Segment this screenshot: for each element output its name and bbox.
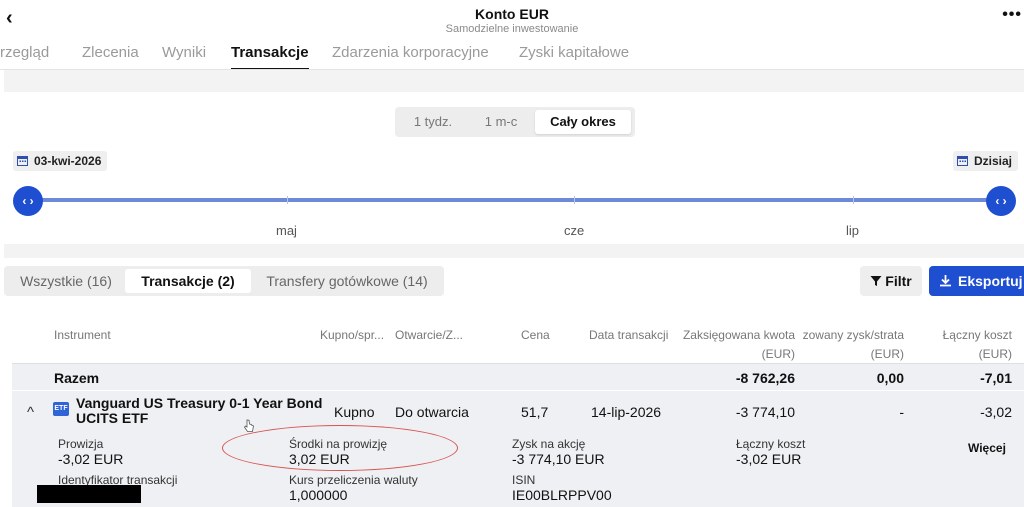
end-date-chip[interactable]: Dzisiaj [953,151,1019,171]
total-booked-amount: -8 762,26 [735,370,795,386]
filter-button[interactable]: Filtr [860,266,922,296]
month-tick [287,196,288,204]
start-date-label: 03-kwi-2026 [34,154,102,168]
period-1-week[interactable]: 1 tydz. [399,110,467,134]
commission-label: Prowizja [58,437,104,451]
col-booked-amount: Zaksięgowana kwota [682,328,795,342]
page-title: Konto EUR [475,6,549,22]
col-side: Kupno/spr... [320,328,385,342]
fx-rate-label: Kurs przeliczenia waluty [289,473,418,487]
redacted-transaction-id [37,485,141,503]
etf-icon: ETF [53,402,69,416]
app-header: ‹ Konto EUR Samodzielne inwestowanie ••• [0,0,1024,38]
col-instrument: Instrument [54,328,111,342]
row-total-cost: -3,02 [980,404,1012,420]
profit-per-share-value: -3 774,10 EUR [512,451,605,467]
col-trade-date: Data transakcji [589,328,669,342]
section-divider [4,244,1024,258]
isin-value: IE00BLRPPV00 [512,487,612,503]
profit-per-share-label: Zysk na akcję [512,437,586,451]
tab-zdarzenia-korporacyjne[interactable]: Zdarzenia korporacyjne [332,44,489,69]
detail-total-cost-label: Łączny koszt [736,437,806,451]
hand-cursor-icon [243,419,254,432]
col-booked-unit: (EUR) [761,347,795,361]
period-all-time[interactable]: Cały okres [535,110,631,134]
tab-przeglad[interactable]: rzegląd [0,44,49,69]
calendar-icon [17,156,28,166]
period-1-month[interactable]: 1 m-c [469,110,533,134]
col-realized: zowany zysk/strata [802,328,904,342]
col-realized-unit: (EUR) [870,347,904,361]
row-booked-amount: -3 774,10 [735,404,795,420]
download-icon [940,275,951,287]
filter-all[interactable]: Wszystkie (16) [10,269,122,293]
more-link[interactable]: Więcej [968,441,1006,455]
row-open-close: Do otwarcia [395,404,469,420]
total-realized: 0,00 [876,370,904,386]
funnel-icon [870,276,882,286]
tab-zlecenia[interactable]: Zlecenia [82,44,139,69]
section-divider [4,70,1024,92]
period-selector: 1 tydz. 1 m-c Cały okres [395,107,635,137]
row-price: 51,7 [521,404,549,420]
range-start-handle[interactable]: ‹ › [13,186,43,216]
annotation-ellipse [222,425,458,471]
isin-label: ISIN [512,473,536,487]
account-tabs: rzegląd Zlecenia Wyniki Transakcje Zdarz… [0,40,1024,70]
col-total-cost: Łączny koszt [942,328,1012,342]
total-row: Razem -8 762,26 0,00 -7,01 [12,363,1024,390]
collapse-icon[interactable]: ^ [27,404,34,421]
instrument-name-line1[interactable]: Vanguard US Treasury 0-1 Year Bond [76,395,322,411]
filter-cash-transfers[interactable]: Transfery gotówkowe (14) [254,269,440,293]
more-options-button[interactable]: ••• [1002,6,1022,24]
month-tick [853,196,854,204]
end-date-label: Dzisiaj [974,154,1013,168]
filter-button-label: Filtr [885,273,912,289]
tab-transakcje[interactable]: Transakcje [231,44,309,69]
total-cost: -7,01 [980,370,1012,386]
export-button[interactable]: Eksportuj [929,266,1024,296]
row-side: Kupno [334,404,375,420]
export-button-label: Eksportuj [958,273,1023,289]
calendar-icon [957,156,968,166]
range-end-handle[interactable]: ‹ › [986,186,1016,216]
tab-zyski-kapitalowe[interactable]: Zyski kapitałowe [519,44,629,69]
row-realized: - [899,404,904,420]
start-date-chip[interactable]: 03-kwi-2026 [13,151,108,171]
commission-value: -3,02 EUR [58,451,124,467]
page-subtitle: Samodzielne inwestowanie [445,23,579,35]
month-label: maj [276,223,297,238]
transaction-type-filter: Wszystkie (16) Transakcje (2) Transfery … [4,266,444,296]
month-label: cze [564,223,585,238]
instrument-name-line2[interactable]: UCITS ETF [76,410,148,426]
col-price: Cena [521,328,550,342]
fx-rate-value: 1,000000 [289,487,348,503]
tab-wyniki[interactable]: Wyniki [162,44,206,69]
date-range-track[interactable] [28,198,1002,202]
col-total-cost-unit: (EUR) [978,347,1012,361]
month-label: lip [846,223,860,238]
detail-total-cost-value: -3,02 EUR [736,451,802,467]
filter-transactions[interactable]: Transakcje (2) [125,269,251,293]
month-tick [574,196,575,204]
total-label: Razem [54,370,100,386]
row-trade-date: 14-lip-2026 [591,404,662,420]
col-open-close: Otwarcie/Z... [395,328,464,342]
